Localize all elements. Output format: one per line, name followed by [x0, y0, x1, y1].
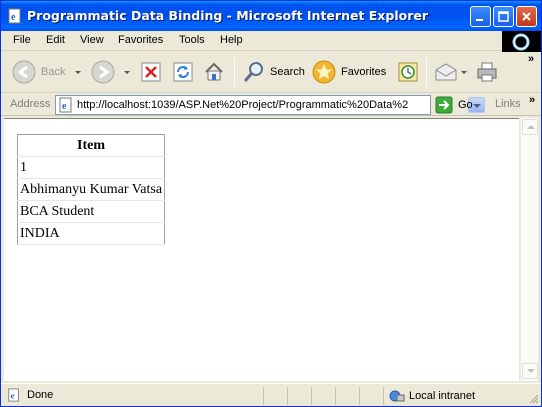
minimize-button[interactable] — [470, 6, 491, 27]
status-panel — [263, 387, 264, 405]
address-bar: Address e http://localhost:1039/ASP.Net%… — [1, 94, 541, 116]
menu-help[interactable]: Help — [220, 34, 243, 46]
scroll-up-icon — [527, 125, 535, 129]
grid-header-row: Item — [17, 134, 165, 157]
svg-text:e: e — [11, 12, 16, 23]
maximize-icon — [498, 11, 509, 22]
table-row: 1 — [17, 156, 165, 179]
go-arrow-icon — [435, 96, 453, 114]
scroll-down-button[interactable] — [522, 363, 538, 379]
menu-bar: File Edit View Favorites Tools Help — [1, 31, 541, 51]
intranet-icon — [389, 390, 405, 402]
ie-page-icon: e — [59, 97, 72, 113]
close-button[interactable] — [516, 6, 537, 27]
status-text: Done — [27, 389, 54, 401]
security-zone[interactable]: Local intranet — [389, 388, 475, 404]
toolbar-overflow-icon[interactable]: » — [528, 53, 534, 65]
windows-brand — [502, 31, 541, 52]
window-title: Programmatic Data Binding - Microsoft In… — [27, 8, 429, 23]
search-label: Search — [270, 66, 305, 78]
home-button[interactable] — [203, 56, 225, 88]
print-button[interactable] — [475, 56, 499, 88]
go-label: Go — [458, 99, 473, 111]
stop-button[interactable] — [140, 56, 162, 88]
browser-window: e Programmatic Data Binding - Microsoft … — [0, 0, 542, 407]
standard-toolbar: Back Search Favorites — [1, 52, 541, 93]
address-input[interactable]: e http://localhost:1039/ASP.Net%20Projec… — [55, 95, 485, 115]
back-button[interactable]: Back — [11, 56, 82, 88]
mail-dropdown-icon — [461, 70, 467, 74]
status-panel — [287, 387, 288, 405]
grid-cell: 1 — [17, 156, 165, 179]
title-bar[interactable]: e Programmatic Data Binding - Microsoft … — [1, 1, 541, 31]
windows-logo-icon — [512, 33, 530, 51]
toolbar-separator — [426, 58, 427, 86]
grid-cell: INDIA — [17, 222, 165, 245]
status-panel — [311, 387, 312, 405]
print-icon — [477, 62, 497, 82]
menu-edit[interactable]: Edit — [46, 34, 65, 46]
favorites-star-icon — [312, 60, 336, 84]
status-panel — [383, 387, 384, 405]
svg-text:e: e — [62, 101, 67, 112]
toolbar-separator — [234, 58, 235, 86]
minimize-icon — [476, 19, 483, 21]
history-button[interactable] — [396, 56, 420, 88]
forward-dropdown-icon — [124, 70, 130, 74]
resize-grip-icon[interactable] — [527, 392, 539, 404]
address-label: Address — [10, 98, 51, 110]
grid-cell: BCA Student — [17, 200, 165, 223]
back-label: Back — [41, 66, 66, 78]
chevron-down-icon — [473, 104, 481, 108]
status-bar: e Done Local intranet — [1, 383, 541, 406]
status-panel — [335, 387, 336, 405]
menu-favorites[interactable]: Favorites — [118, 34, 163, 46]
svg-text:e: e — [11, 391, 15, 401]
stop-icon — [141, 62, 161, 82]
links-overflow-icon[interactable]: » — [529, 94, 535, 106]
links-label[interactable]: Links — [495, 98, 521, 110]
refresh-icon — [173, 62, 193, 82]
scroll-down-icon — [527, 369, 535, 373]
ie-page-icon: e — [8, 8, 21, 24]
back-arrow-icon — [12, 60, 36, 84]
menu-view[interactable]: View — [80, 34, 104, 46]
table-row: INDIA — [17, 222, 165, 245]
security-zone-label: Local intranet — [409, 390, 476, 402]
forward-button[interactable] — [90, 56, 130, 88]
mail-icon — [435, 63, 457, 81]
address-url: http://localhost:1039/ASP.Net%20Project/… — [77, 99, 409, 111]
back-dropdown-icon — [75, 70, 82, 74]
status-panel — [359, 387, 360, 405]
favorites-label: Favorites — [341, 66, 387, 78]
close-icon — [522, 12, 531, 21]
history-icon — [398, 62, 418, 82]
data-grid: Item 1 Abhimanyu Kumar Vatsa BCA Student… — [17, 134, 166, 245]
menu-tools[interactable]: Tools — [179, 34, 205, 46]
grid-header-item: Item — [17, 134, 165, 157]
page-content: Item 1 Abhimanyu Kumar Vatsa BCA Student… — [4, 118, 519, 381]
search-button[interactable]: Search — [242, 56, 305, 88]
vertical-scrollbar[interactable] — [520, 118, 538, 381]
grid-cell: Abhimanyu Kumar Vatsa — [17, 178, 165, 201]
refresh-button[interactable] — [172, 56, 194, 88]
forward-arrow-icon — [91, 60, 115, 84]
home-icon — [205, 62, 223, 81]
search-icon — [243, 62, 263, 82]
table-row: Abhimanyu Kumar Vatsa — [17, 178, 165, 201]
status-text-area: e Done — [7, 388, 53, 402]
favorites-button[interactable]: Favorites — [311, 56, 386, 88]
table-row: BCA Student — [17, 200, 165, 223]
mail-button[interactable] — [433, 56, 467, 88]
go-button[interactable]: Go — [435, 96, 473, 114]
maximize-button[interactable] — [493, 6, 514, 27]
ie-page-icon: e — [8, 388, 19, 402]
scroll-up-button[interactable] — [522, 119, 538, 135]
menu-file[interactable]: File — [13, 34, 31, 46]
